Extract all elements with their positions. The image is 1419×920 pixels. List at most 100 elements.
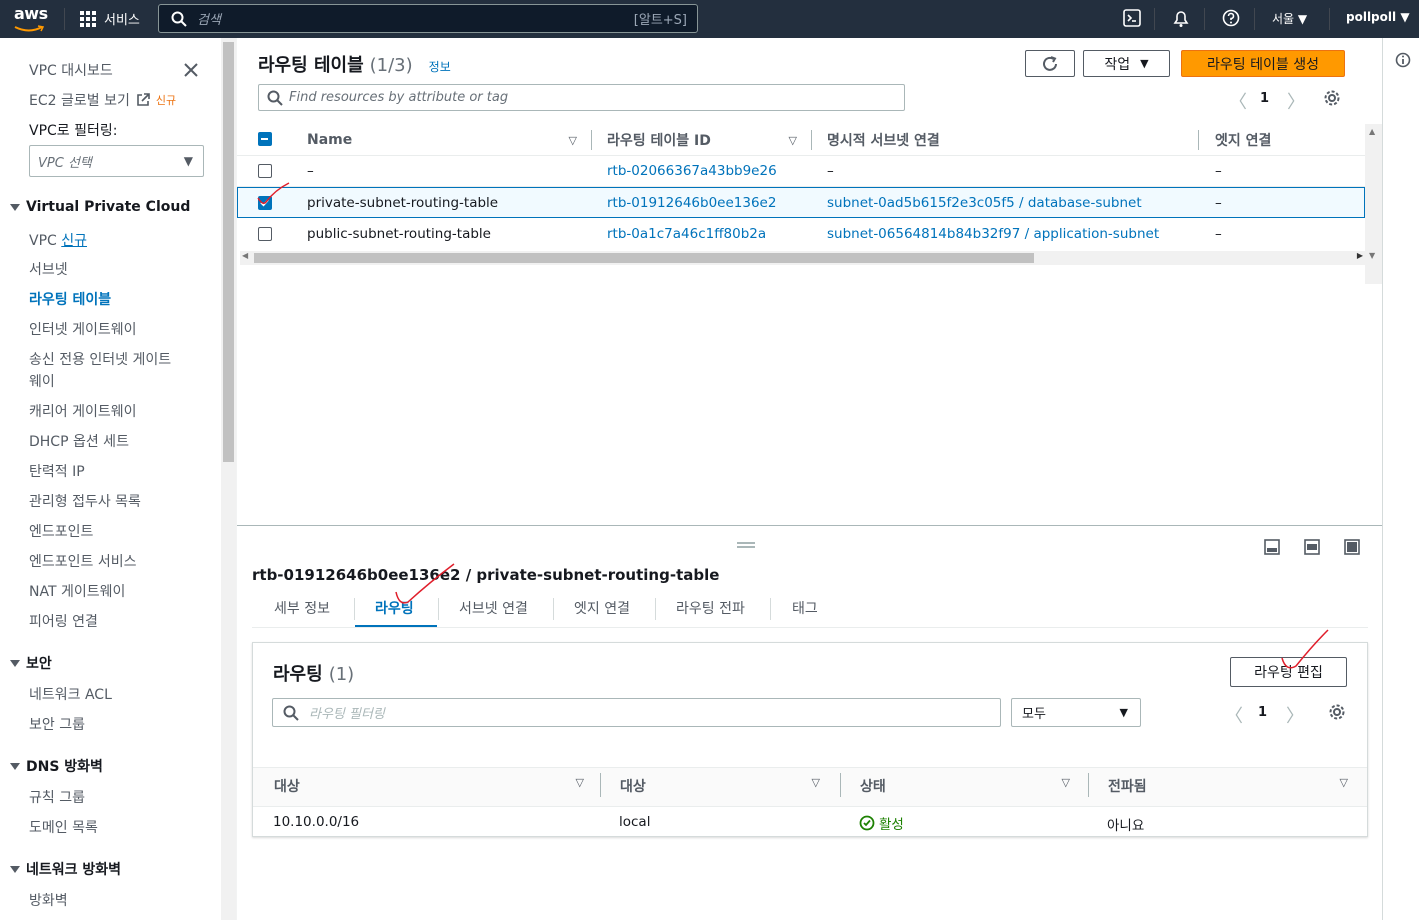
next-page-icon[interactable]: 〉 <box>1287 88 1305 114</box>
tab-edge-associations[interactable]: 엣지 연결 <box>574 598 630 618</box>
routes-filter-input[interactable]: 라우팅 필터링 <box>272 698 1001 727</box>
column-header-edge-associations[interactable]: 엣지 연결 <box>1215 125 1271 155</box>
sidebar-item-prefix-lists[interactable]: 관리형 접두사 목록 <box>29 491 141 511</box>
refresh-button[interactable] <box>1025 50 1075 77</box>
tab-details[interactable]: 세부 정보 <box>274 598 330 618</box>
table-row[interactable]: public-subnet-routing-table rtb-0a1c7a46… <box>237 218 1365 250</box>
scroll-left-icon[interactable]: ◀ <box>242 251 248 260</box>
sidebar-item-endpoints[interactable]: 엔드포인트 <box>29 521 93 541</box>
bell-icon[interactable] <box>1172 9 1190 28</box>
row-checkbox[interactable] <box>258 196 272 210</box>
table-row-selected[interactable]: private-subnet-routing-table rtb-0191264… <box>237 187 1365 218</box>
row-subnet-association[interactable]: subnet-06564814b84b32f97 / application-s… <box>827 226 1159 242</box>
help-icon[interactable] <box>1222 9 1240 27</box>
sidebar-item-carrier-gateways[interactable]: 캐리어 게이트웨이 <box>29 401 137 421</box>
row-checkbox[interactable] <box>258 227 272 241</box>
vpc-filter-select[interactable]: VPC 선택 ▼ <box>29 145 204 177</box>
row-route-table-id[interactable]: rtb-02066367a43bb9e26 <box>607 163 777 179</box>
row-subnet-association[interactable]: subnet-0ad5b615f2e3c05f5 / database-subn… <box>827 195 1142 211</box>
create-route-table-button[interactable]: 라우팅 테이블 생성 <box>1181 50 1345 77</box>
sidebar-item-internet-gateways[interactable]: 인터넷 게이트웨이 <box>29 319 137 339</box>
column-header-route-table-id[interactable]: 라우팅 테이블 ID ▽ <box>607 125 797 155</box>
sidebar-item-peering[interactable]: 피어링 연결 <box>29 611 98 631</box>
resource-filter-input[interactable]: Find resources by attribute or tag <box>258 84 905 111</box>
gear-icon[interactable] <box>1323 89 1341 107</box>
next-page-icon[interactable]: 〉 <box>1286 702 1304 728</box>
column-header-name[interactable]: Name ▽ <box>307 125 577 155</box>
row-checkbox[interactable] <box>258 164 272 178</box>
table-horizontal-scrollbar[interactable]: ◀ ▶ <box>240 251 1365 265</box>
sidebar-item-network-acl[interactable]: 네트워크 ACL <box>29 684 112 704</box>
table-vertical-scrollbar[interactable]: ▲ ▼ <box>1365 124 1382 284</box>
account-menu[interactable]: pollpoll ▼ <box>1346 10 1410 24</box>
aws-logo[interactable]: aws <box>14 6 48 37</box>
sidebar-item-egress-only-igw-cont[interactable]: 웨이 <box>29 371 55 391</box>
actions-button[interactable]: 작업 ▼ <box>1083 50 1170 77</box>
sidebar-section-network-firewall[interactable]: 네트워크 방화벽 <box>10 859 121 879</box>
sidebar-item-global-view[interactable]: EC2 글로벌 보기 신규 <box>29 90 176 110</box>
sidebar-section-security[interactable]: 보안 <box>10 653 52 673</box>
tab-tags[interactable]: 태그 <box>792 598 818 618</box>
region-selector[interactable]: 서울 ▼ <box>1272 10 1307 27</box>
filter-placeholder: Find resources by attribute or tag <box>289 90 509 105</box>
column-header-subnet-associations[interactable]: 명시적 서브넷 연결 <box>827 125 940 155</box>
scroll-down-icon[interactable]: ▼ <box>1369 251 1375 260</box>
prev-page-icon[interactable]: 〈 <box>1225 702 1243 728</box>
column-label: 라우팅 테이블 ID <box>607 133 711 149</box>
sidebar-item-egress-only-igw[interactable]: 송신 전용 인터넷 게이트 <box>29 349 171 369</box>
gear-icon[interactable] <box>1328 703 1346 721</box>
sidebar-item-endpoint-services[interactable]: 엔드포인트 서비스 <box>29 551 137 571</box>
scrollbar-thumb[interactable] <box>254 253 1034 263</box>
prev-page-icon[interactable]: 〈 <box>1229 88 1247 114</box>
routes-filter-placeholder: 라우팅 필터링 <box>309 707 385 722</box>
scroll-right-icon[interactable]: ▶ <box>1357 251 1363 260</box>
info-link[interactable]: 정보 <box>429 58 451 75</box>
sidebar-item-vpc-dashboard[interactable]: VPC 대시보드 <box>29 60 113 80</box>
routes-status-select[interactable]: 모두 ▼ <box>1011 698 1141 727</box>
sidebar-item-route-tables[interactable]: 라우팅 테이블 <box>29 289 111 309</box>
sidebar-item-vpc[interactable]: VPC 신규 <box>29 230 87 250</box>
scroll-up-icon[interactable]: ▲ <box>1369 127 1375 136</box>
panel-full-icon[interactable] <box>1344 539 1360 555</box>
sidebar-section-dns-firewall[interactable]: DNS 방화벽 <box>10 756 103 776</box>
edit-routes-button[interactable]: 라우팅 편집 <box>1230 657 1347 687</box>
sidebar-item-dhcp-options[interactable]: DHCP 옵션 세트 <box>29 431 129 451</box>
sidebar-section-vpc[interactable]: Virtual Private Cloud <box>10 199 190 215</box>
cloudshell-icon[interactable] <box>1123 9 1141 27</box>
row-route-table-id[interactable]: rtb-01912646b0ee136e2 <box>607 195 776 211</box>
select-all-checkbox[interactable] <box>258 132 272 146</box>
sidebar-item-security-groups[interactable]: 보안 그룹 <box>29 714 85 734</box>
row-route-table-id[interactable]: rtb-0a1c7a46c1ff80b2a <box>607 226 766 242</box>
table-row[interactable]: – rtb-02066367a43bb9e26 – – <box>237 155 1365 187</box>
routes-column-target[interactable]: 대상 ▽ <box>620 776 820 796</box>
panel-side-icon[interactable] <box>1304 539 1320 555</box>
sidebar-item-elastic-ip[interactable]: 탄력적 IP <box>29 461 85 481</box>
resize-handle[interactable] <box>737 542 755 548</box>
tab-subnet-associations[interactable]: 서브넷 연결 <box>459 598 528 618</box>
route-destination: 10.10.0.0/16 <box>273 814 360 830</box>
sidebar-item-nat-gateways[interactable]: NAT 게이트웨이 <box>29 581 125 601</box>
services-menu[interactable]: 서비스 <box>80 9 140 28</box>
routes-column-destination[interactable]: 대상 ▽ <box>274 776 584 796</box>
routes-column-propagated[interactable]: 전파됨 ▽ <box>1108 776 1348 796</box>
tab-routes[interactable]: 라우팅 <box>375 598 414 618</box>
sidebar-scrollbar-thumb[interactable] <box>223 42 234 462</box>
sidebar-item-subnets[interactable]: 서브넷 <box>29 259 68 279</box>
global-search-input[interactable]: 검색 [알트+S] <box>158 4 698 33</box>
region-label: 서울 <box>1272 12 1295 26</box>
row-name: public-subnet-routing-table <box>307 226 491 242</box>
tab-route-propagation[interactable]: 라우팅 전파 <box>676 598 745 618</box>
routes-column-status[interactable]: 상태 ▽ <box>860 776 1070 796</box>
info-icon[interactable] <box>1395 52 1411 68</box>
sort-icon: ▽ <box>1061 776 1070 789</box>
routes-container: 라우팅 (1) 라우팅 편집 라우팅 필터링 모두 ▼ 〈 1 〉 대상 ▽ 대상… <box>252 642 1368 837</box>
sidebar-item-firewalls[interactable]: 방화벽 <box>29 890 68 910</box>
list-header: 라우팅 테이블 (1/3) 정보 <box>258 51 451 77</box>
panel-bottom-icon[interactable] <box>1264 539 1280 555</box>
sidebar-item-rule-groups[interactable]: 규칙 그룹 <box>29 787 85 807</box>
close-icon[interactable] <box>183 62 199 78</box>
page-number[interactable]: 1 <box>1258 705 1267 720</box>
sidebar-item-domain-lists[interactable]: 도메인 목록 <box>29 817 98 837</box>
route-row[interactable]: 10.10.0.0/16 local 활성 아니요 <box>253 807 1367 837</box>
page-number[interactable]: 1 <box>1260 91 1269 106</box>
